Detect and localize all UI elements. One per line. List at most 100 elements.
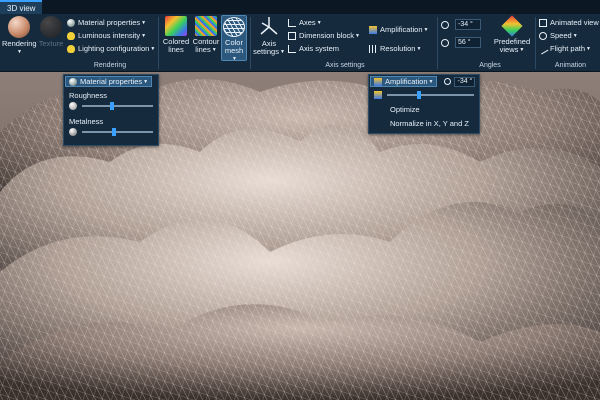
animated-view-label: Animated view <box>550 18 599 27</box>
axis-settings-label-2: settings <box>253 47 279 56</box>
luminous-intensity-menu[interactable]: Luminous intensity ▼ <box>67 30 146 41</box>
dimension-block-menu[interactable]: Dimension block ▼ <box>288 30 360 41</box>
amplification-menu[interactable]: Amplification ▼ <box>369 24 428 35</box>
dimension-block-label: Dimension block <box>299 31 355 40</box>
luminous-intensity-label: Luminous intensity <box>78 31 141 40</box>
colored-lines-label-2: lines <box>168 45 184 54</box>
amplification-label: Amplification <box>380 25 423 34</box>
ribbon: Rendering ▼ Texture Material properties … <box>0 14 600 72</box>
chevron-down-icon: ▼ <box>572 32 578 39</box>
axes-menu[interactable]: Axes ▼ <box>288 17 322 28</box>
flight-path-menu[interactable]: Flight path ▼ <box>537 43 591 54</box>
texture-button[interactable]: Texture <box>36 16 66 48</box>
amplification-angle-input[interactable]: -34 ° <box>454 76 476 87</box>
amplification-panel: Amplification ▼ -34 ° Optimize Normalize… <box>368 74 480 134</box>
chevron-down-icon: ▼ <box>211 47 217 54</box>
angle-1-input[interactable]: -34 ° <box>455 19 481 30</box>
roughness-label: Roughness <box>69 91 107 100</box>
contour-lines-icon <box>195 16 217 36</box>
chevron-down-icon: ▼ <box>143 78 149 85</box>
angle-2-icon-wrap <box>441 37 452 48</box>
lightbulb-icon <box>67 31 75 40</box>
colored-lines-button[interactable]: Colored lines <box>161 16 191 54</box>
axes-icon <box>288 18 296 27</box>
chevron-down-icon: ▼ <box>416 45 422 52</box>
lightbulb-config-icon <box>67 44 75 53</box>
resolution-label: Resolution <box>380 44 416 53</box>
metalness-slider-track <box>82 131 153 133</box>
animated-view-icon <box>539 18 547 27</box>
color-mesh-icon <box>223 17 245 37</box>
chevron-down-icon: ▼ <box>316 19 322 26</box>
color-mesh-label-2: mesh <box>224 46 244 55</box>
rendering-button-label: Rendering <box>2 39 37 48</box>
separator <box>437 17 438 69</box>
angle-1-icon-wrap <box>441 19 452 30</box>
chevron-down-icon: ▼ <box>355 32 360 39</box>
chevron-down-icon: ▼ <box>279 49 285 56</box>
material-icon <box>69 77 77 86</box>
animation-group-label: Animation <box>554 62 587 69</box>
material-panel-header: Material properties ▼ <box>64 75 158 88</box>
material-properties-panel: Material properties ▼ Roughness Metalnes… <box>63 74 159 146</box>
chevron-down-icon: ▼ <box>428 78 434 85</box>
axes-label: Axes <box>299 18 316 27</box>
separator <box>250 17 251 69</box>
angle-2-input[interactable]: 56 ° <box>455 37 481 48</box>
speed-menu[interactable]: Speed ▼ <box>539 30 578 41</box>
roughness-slider-thumb[interactable] <box>109 102 114 110</box>
amplification-slider-track <box>387 94 474 96</box>
dimension-block-icon <box>288 31 296 40</box>
chevron-down-icon: ▼ <box>141 32 147 39</box>
metalness-slider[interactable] <box>82 128 153 136</box>
chevron-down-icon: ▼ <box>232 56 237 63</box>
tab-3d-view[interactable]: 3D view <box>0 0 43 14</box>
predefined-views-label-2: views <box>499 45 519 54</box>
rendering-button[interactable]: Rendering ▼ <box>2 16 37 56</box>
resolution-menu[interactable]: Resolution ▼ <box>369 43 421 54</box>
predefined-views-button[interactable]: Predefined views▼ <box>492 15 532 54</box>
chevron-down-icon: ▼ <box>17 49 22 56</box>
metalness-icon <box>69 128 77 136</box>
amplification-dropdown[interactable]: Amplification ▼ <box>370 76 438 87</box>
axis-system-toggle[interactable]: Axis system <box>288 43 339 54</box>
amplification-icon <box>374 77 382 86</box>
animated-view-toggle[interactable]: Animated view <box>539 17 599 28</box>
chevron-down-icon: ▼ <box>586 45 591 52</box>
material-properties-menu[interactable]: Material properties ▼ <box>67 17 146 28</box>
color-mesh-button[interactable]: Color mesh▼ <box>221 15 247 63</box>
separator <box>158 17 159 69</box>
material-properties-dropdown[interactable]: Material properties ▼ <box>65 76 153 87</box>
texture-sphere-icon <box>40 16 62 38</box>
contour-lines-button[interactable]: Contour lines▼ <box>191 16 221 54</box>
roughness-slider-track <box>82 105 153 107</box>
amplification-panel-header: Amplification ▼ -34 ° <box>369 75 479 88</box>
elevation-angle-icon <box>441 38 449 47</box>
rendering-group-label: Rendering <box>93 62 127 69</box>
optimize-menu-item[interactable]: Optimize <box>369 102 479 116</box>
lighting-configuration-menu[interactable]: Lighting configuration ▼ <box>67 43 155 54</box>
chevron-down-icon: ▼ <box>423 26 429 33</box>
normalize-menu-item[interactable]: Normalize in X, Y and Z <box>369 116 479 130</box>
chevron-down-icon: ▼ <box>150 45 156 52</box>
axis-icon <box>260 17 278 35</box>
lighting-configuration-label: Lighting configuration <box>78 44 150 53</box>
material-properties-label: Material properties <box>78 18 141 27</box>
amplification-slider[interactable] <box>387 91 474 99</box>
colored-lines-icon <box>165 16 187 36</box>
axis-settings-button[interactable]: Axis settings▼ <box>253 16 285 56</box>
roughness-slider[interactable] <box>82 102 153 110</box>
rendering-sphere-icon <box>8 16 30 38</box>
angles-group-label: Angles <box>479 62 501 69</box>
amplification-slider-thumb[interactable] <box>417 91 422 99</box>
contour-lines-label-2: lines <box>195 45 211 54</box>
chevron-down-icon: ▼ <box>141 19 147 26</box>
flight-path-label: Flight path <box>550 44 586 53</box>
amplification-slider-icon <box>374 91 382 99</box>
axis-system-label: Axis system <box>299 44 340 53</box>
rotation-angle-icon <box>444 78 452 85</box>
speed-label: Speed <box>550 31 572 40</box>
metalness-slider-thumb[interactable] <box>111 128 116 136</box>
resolution-icon <box>369 44 377 53</box>
chevron-down-icon: ▼ <box>519 47 525 54</box>
